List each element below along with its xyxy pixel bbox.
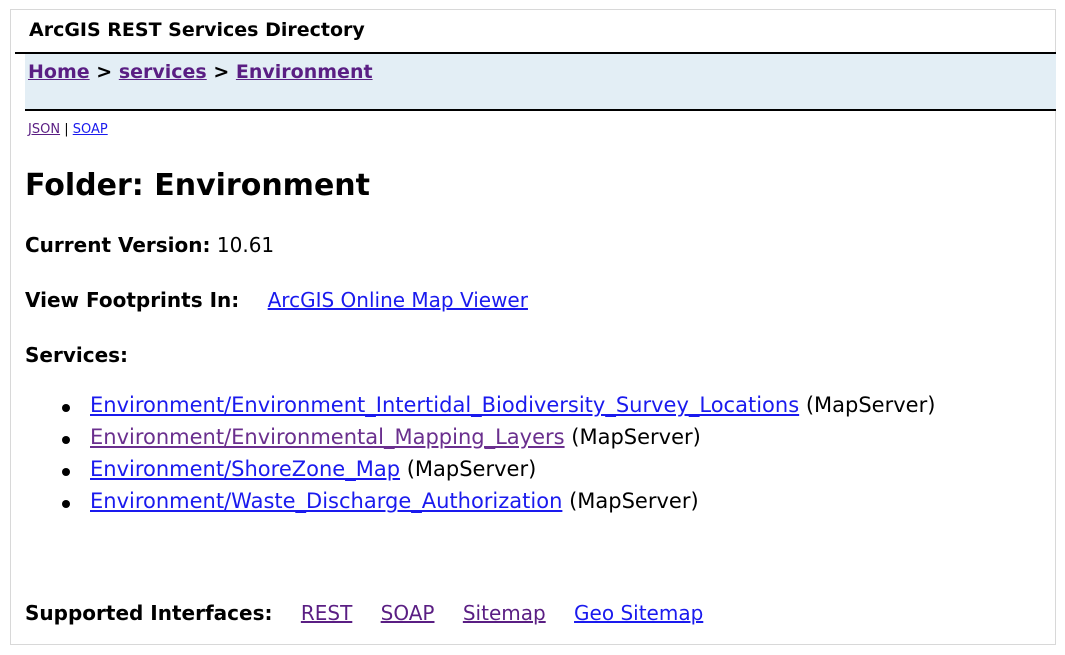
json-link[interactable]: JSON — [28, 122, 60, 137]
service-type: (MapServer) — [571, 425, 701, 449]
current-version-value: 10.61 — [216, 233, 275, 257]
folder-heading: Folder: Environment — [25, 168, 370, 203]
sitemap-interface-link[interactable]: Sitemap — [463, 601, 546, 625]
services-label: Services: — [25, 343, 129, 367]
rest-interface-link[interactable]: REST — [301, 601, 352, 625]
supported-interfaces-label: Supported Interfaces: — [25, 601, 273, 625]
current-version-label: Current Version: — [25, 233, 211, 257]
page-title: ArcGIS REST Services Directory — [29, 19, 365, 41]
breadcrumb-environment-link[interactable]: Environment — [236, 61, 373, 83]
current-version: Current Version: 10.61 — [25, 233, 274, 257]
service-list: Environment/Environment_Intertidal_Biodi… — [60, 393, 935, 521]
breadcrumb-separator: > — [213, 61, 230, 83]
service-link[interactable]: Environment/Waste_Discharge_Authorizatio… — [90, 489, 562, 513]
breadcrumb-services-link[interactable]: services — [119, 61, 207, 83]
list-item: Environment/Environment_Intertidal_Biodi… — [60, 393, 935, 425]
service-link[interactable]: Environment/ShoreZone_Map — [90, 457, 400, 481]
service-link[interactable]: Environment/Environment_Intertidal_Biodi… — [90, 393, 799, 417]
services-heading: Services: — [25, 343, 128, 367]
title-bar: ArcGIS REST Services Directory — [15, 9, 1056, 54]
breadcrumb-home-link[interactable]: Home — [28, 61, 90, 83]
list-item: Environment/ShoreZone_Map (MapServer) — [60, 457, 935, 489]
bullet-icon — [62, 404, 70, 412]
arcgis-online-map-viewer-link[interactable]: ArcGIS Online Map Viewer — [268, 288, 528, 312]
service-type: (MapServer) — [406, 457, 537, 481]
format-separator: | — [64, 122, 69, 137]
list-item: Environment/Waste_Discharge_Authorizatio… — [60, 489, 935, 521]
soap-link[interactable]: SOAP — [73, 122, 108, 137]
bullet-icon — [62, 468, 70, 476]
view-footprints: View Footprints In: ArcGIS Online Map Vi… — [25, 288, 528, 312]
service-link[interactable]: Environment/Environmental_Mapping_Layers — [90, 425, 565, 449]
format-links: JSON | SOAP — [28, 122, 108, 137]
soap-interface-link[interactable]: SOAP — [381, 601, 435, 625]
service-type: (MapServer) — [805, 393, 936, 417]
bullet-icon — [62, 436, 70, 444]
list-item: Environment/Environmental_Mapping_Layers… — [60, 425, 935, 457]
breadcrumb-bar: Home > services > Environment — [25, 54, 1056, 111]
breadcrumb: Home > services > Environment — [28, 61, 373, 83]
view-footprints-label: View Footprints In: — [25, 288, 240, 312]
bullet-icon — [62, 500, 70, 508]
supported-interfaces: Supported Interfaces: REST SOAP Sitemap … — [25, 601, 703, 625]
geo-sitemap-interface-link[interactable]: Geo Sitemap — [574, 601, 703, 625]
service-type: (MapServer) — [569, 489, 699, 513]
breadcrumb-separator: > — [96, 61, 113, 83]
